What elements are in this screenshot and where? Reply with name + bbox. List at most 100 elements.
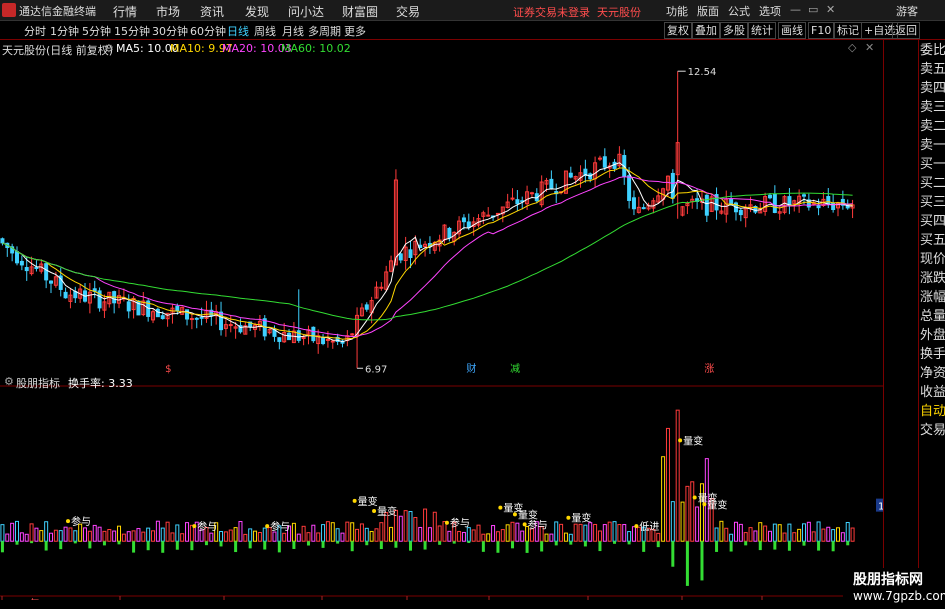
candle-body [126,301,131,312]
candle-body [486,214,491,217]
negative-bar [438,541,442,545]
menu-trade[interactable]: 交易 [396,3,420,20]
volume-bar [738,523,743,542]
candle-body [19,260,24,266]
options-button[interactable]: 选项 [759,3,781,19]
volume-bar [311,524,316,542]
event-marker-1: 财 [466,362,476,375]
side-item-10: 买五 [920,233,945,248]
axis-border [883,40,884,598]
negative-bar [598,541,602,552]
menu-markets[interactable]: 市场 [156,3,180,20]
period-week[interactable]: 周线 [254,23,276,39]
period-60min[interactable]: 60分钟 [190,23,226,39]
volume-bar [724,527,729,542]
negative-bar [292,541,296,549]
negative-bar [73,541,77,544]
volume-bar [34,527,39,542]
high-price-label: 12.54 [688,67,717,78]
signal-label-1: 参与 [197,520,217,533]
multi-stock-button[interactable]: 多股 [720,22,748,39]
sub-settings-icon[interactable]: ⚙ [4,375,14,388]
period-30min[interactable]: 30分钟 [152,23,188,39]
overlay-button[interactable]: 叠加 [692,22,720,39]
volume-bar [306,532,311,542]
minimize-icon[interactable]: — [790,3,801,16]
menu-discover[interactable]: 发现 [245,3,269,20]
negative-bar [263,541,267,550]
mark-button[interactable]: 标记 [834,22,862,39]
volume-bar [209,532,214,542]
volume-bar [355,528,360,542]
volume-bar [631,526,636,542]
volume-bar [155,520,160,542]
volume-bar [515,522,520,542]
signal-label-2: 参与 [270,520,290,533]
negative-bar [744,541,748,546]
negative-bar [642,541,646,552]
volume-bar [170,532,175,542]
candle-body [408,249,413,258]
negative-bar [15,541,19,545]
candle-body [175,305,180,312]
func-button[interactable]: 功能 [666,3,688,19]
negative-bar [408,541,412,551]
fq-button[interactable]: 复权 [664,22,692,39]
volume-bar [19,532,24,542]
ma10-line [2,167,853,340]
volume-bar [495,531,500,542]
candle-body [325,338,330,341]
back-button[interactable]: 返回 [892,22,920,39]
side-item-15: 外盘 [920,328,945,343]
negative-bar [336,541,340,544]
volume-bar [107,529,112,542]
sub-chart-info: ⚙ 股朋指标 换手率: 3.33 [0,374,300,390]
formula-button[interactable]: 公式 [728,3,750,19]
side-item-6: 买一 [920,157,945,172]
volume-bar [102,530,107,542]
negative-bar [569,541,573,545]
period-month[interactable]: 月线 [282,23,304,39]
negative-bar [0,541,4,553]
menu-market[interactable]: 行情 [113,3,137,20]
candle-body [63,291,68,299]
signal-dot [692,495,697,500]
candle-body [826,196,831,205]
period-15min[interactable]: 15分钟 [114,23,150,39]
layout-button[interactable]: 版面 [697,3,719,19]
volume-bar [665,427,670,542]
volume-bar [588,522,593,542]
candle-body [199,316,204,319]
side-item-14: 总量 [920,309,945,324]
volume-bar [792,532,797,542]
restore-icon[interactable]: ▭ [808,3,818,16]
stats-button[interactable]: 统计 [748,22,776,39]
negative-bar [117,541,121,545]
volume-bar [350,522,355,542]
volume-bar [228,529,233,542]
menu-wealth[interactable]: 财富圈 [342,3,378,20]
draw-button[interactable]: 画线 [778,22,806,39]
close-icon[interactable]: ✕ [826,3,835,16]
menu-news[interactable]: 资讯 [200,3,224,20]
menu-ask[interactable]: 问小达 [288,3,324,20]
period-multi[interactable]: 多周期 [308,23,341,39]
volume-bar [398,515,403,542]
volume-bar [219,531,224,542]
volume-bar [24,533,29,542]
period-tick[interactable]: 分时 [24,23,46,39]
side-item-13: 涨幅 [920,290,945,305]
period-5min[interactable]: 5分钟 [82,23,111,39]
f10-button[interactable]: F10 [808,22,835,39]
volume-bar [301,525,306,542]
kline-chart[interactable]: 12.5012.0011.5011.0010.5010.009.509.008.… [0,40,883,600]
candle-body [510,197,515,200]
guest-label[interactable]: 游客 [896,3,918,19]
period-day[interactable]: 日线 [227,23,249,39]
volume-bar [442,521,447,542]
negative-bar [540,541,544,552]
period-more[interactable]: 更多 [344,23,366,39]
candle-body [296,330,301,341]
period-1min[interactable]: 1分钟 [50,23,79,39]
candle-body [627,175,632,201]
